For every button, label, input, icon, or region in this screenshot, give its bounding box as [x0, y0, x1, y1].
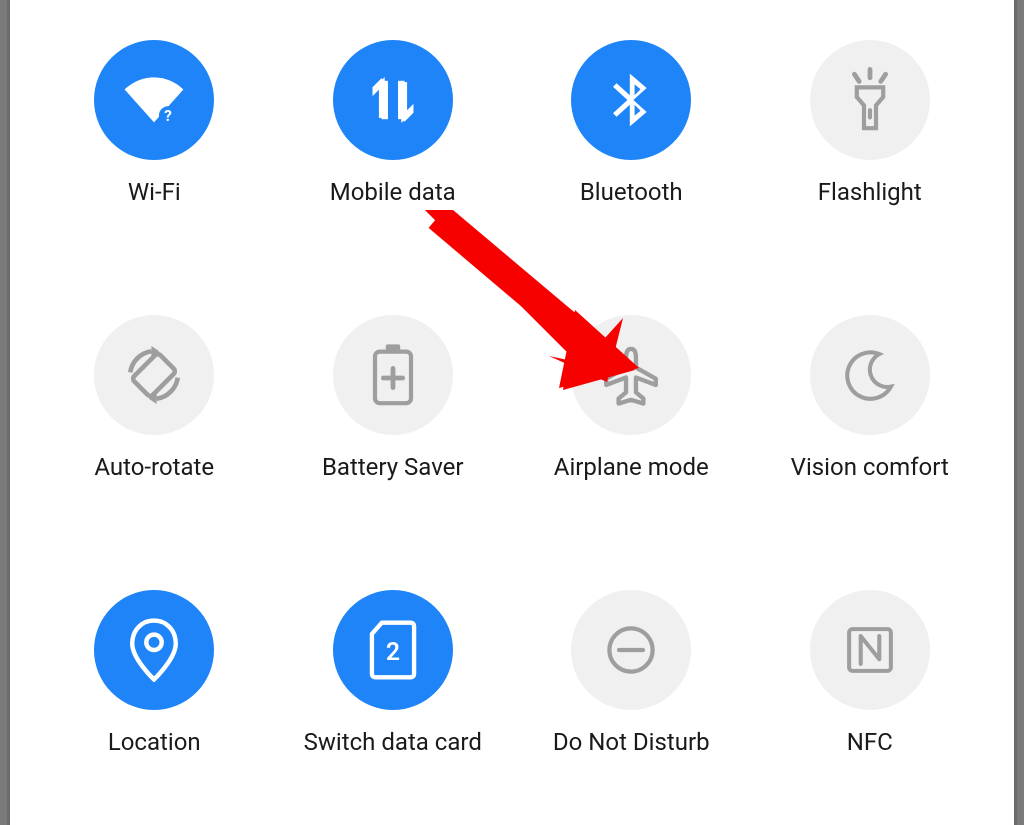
tile-nfc[interactable]: NFC [756, 590, 985, 805]
tile-mobile-data[interactable]: Mobile data [279, 40, 508, 255]
airplane-icon [571, 315, 691, 435]
tile-label: Do Not Disturb [553, 728, 710, 756]
battery-saver-icon [333, 315, 453, 435]
quick-settings-grid: ? Wi-Fi Mobile data Bluetooth Flashlight [10, 0, 1014, 825]
flashlight-icon [810, 40, 930, 160]
sim-badge: 2 [386, 638, 400, 667]
quick-settings-panel: ? Wi-Fi Mobile data Bluetooth Flashlight [10, 0, 1014, 825]
tile-battery-saver[interactable]: Battery Saver [279, 315, 508, 530]
tile-label: Vision comfort [791, 453, 949, 481]
tile-bluetooth[interactable]: Bluetooth [517, 40, 746, 255]
tile-switch-data-card[interactable]: 2 Switch data card [279, 590, 508, 805]
moon-icon [810, 315, 930, 435]
tile-vision-comfort[interactable]: Vision comfort [756, 315, 985, 530]
tile-flashlight[interactable]: Flashlight [756, 40, 985, 255]
nfc-icon [810, 590, 930, 710]
tile-label: Flashlight [818, 178, 922, 206]
tile-label: Wi-Fi [128, 178, 181, 206]
tile-location[interactable]: Location [40, 590, 269, 805]
auto-rotate-icon [94, 315, 214, 435]
tile-airplane-mode[interactable]: Airplane mode [517, 315, 746, 530]
tile-label: Location [108, 728, 201, 756]
dnd-icon [571, 590, 691, 710]
bluetooth-icon [571, 40, 691, 160]
svg-text:?: ? [164, 107, 172, 125]
tile-label: Mobile data [330, 178, 456, 206]
tile-label: Battery Saver [322, 453, 464, 481]
tile-label: Switch data card [304, 728, 482, 756]
tile-label: Bluetooth [580, 178, 683, 206]
wifi-icon: ? [94, 40, 214, 160]
mobile-data-icon [333, 40, 453, 160]
sim-card-icon: 2 [333, 590, 453, 710]
location-icon [94, 590, 214, 710]
tile-wifi[interactable]: ? Wi-Fi [40, 40, 269, 255]
tile-label: Airplane mode [554, 453, 709, 481]
tile-label: Auto-rotate [94, 453, 214, 481]
tile-label: NFC [847, 728, 893, 756]
tile-do-not-disturb[interactable]: Do Not Disturb [517, 590, 746, 805]
tile-auto-rotate[interactable]: Auto-rotate [40, 315, 269, 530]
